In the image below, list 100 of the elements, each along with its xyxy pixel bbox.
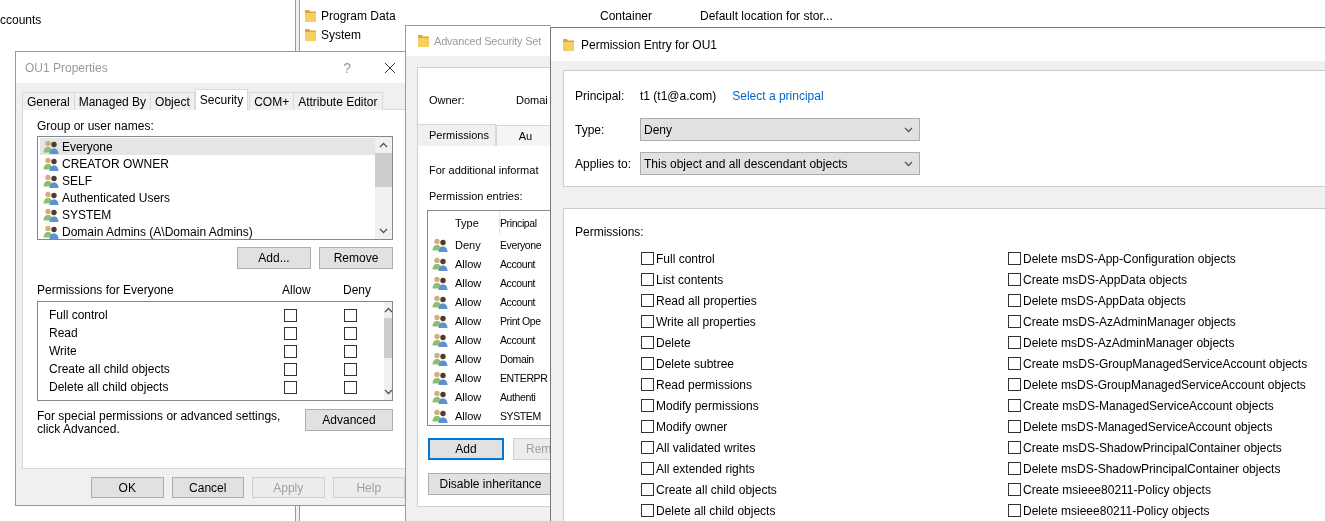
tab[interactable]: Permissions [418,124,496,146]
tree-item[interactable]: ccounts [0,13,42,27]
checkbox-label: Delete subtree [656,356,735,371]
list-item[interactable]: CREATOR OWNER [40,155,375,172]
tab[interactable]: Security [194,89,249,110]
list-item[interactable]: Everyone [40,138,375,155]
checkbox-label: Full control [656,251,715,266]
permission-name: Create all child objects [49,362,171,376]
checkbox[interactable] [344,362,357,376]
users-icon [432,313,448,328]
checkbox[interactable] [641,336,654,349]
checkbox-label: All extended rights [656,461,755,476]
list-row[interactable]: Allow Print Ope [428,311,551,330]
checkbox[interactable] [641,504,654,517]
checkbox[interactable] [1008,378,1021,391]
checkbox[interactable] [1008,273,1021,286]
checkbox[interactable] [641,399,654,412]
entry-principal: Account [500,333,537,346]
list-row[interactable]: Allow Account [428,330,551,349]
list-row[interactable]: Deny Everyone [428,235,551,254]
checkbox[interactable] [344,326,357,340]
entry-principal: ENTERPR [500,371,549,384]
list-row[interactable]: Allow Domain [428,349,551,368]
field-label: Principal: [575,88,626,105]
tab[interactable]: Au [495,125,551,146]
button[interactable]: Cancel [171,477,244,498]
dropdown[interactable]: This object and all descendant objects [640,152,920,175]
button[interactable]: Disable inheritance [428,473,551,495]
checkbox[interactable] [641,378,654,391]
scroll-down-icon[interactable] [379,228,388,234]
checkbox[interactable] [344,344,357,358]
scrollbar-thumb[interactable] [384,318,392,358]
tab[interactable]: Object [150,92,195,110]
list-row[interactable]: Allow Account [428,254,551,273]
scrollbar[interactable] [375,137,392,239]
list-row[interactable]: Allow Account [428,292,551,311]
checkbox[interactable] [1008,357,1021,370]
checkbox-label: Delete [656,335,691,350]
users-icon [432,237,448,252]
checkbox-label: Create msDS-ManagedServiceAccount objects [1023,398,1274,413]
list-row[interactable]: Allow ENTERPR [428,368,551,387]
tab[interactable]: General [22,92,75,110]
button[interactable]: Advanced [305,409,393,431]
help-text: For special permissions or advanced settings, click Advanced. [37,410,282,436]
entry-type: Allow [455,276,483,289]
checkbox[interactable] [1008,504,1021,517]
checkbox[interactable] [344,380,357,394]
checkbox[interactable] [1008,252,1021,265]
checkbox[interactable] [641,294,654,307]
entry-principal: Account [500,276,537,289]
scroll-up-icon[interactable] [379,142,388,148]
tab[interactable]: COM+ [249,92,295,110]
list-row[interactable]: Allow Account [428,273,551,292]
checkbox-label: List contents [656,272,724,287]
button[interactable]: Add... [237,247,311,269]
checkbox[interactable] [1008,336,1021,349]
owner-value: Domai [516,93,548,107]
checkbox[interactable] [641,441,654,454]
checkbox[interactable] [284,308,297,322]
list-row[interactable]: Allow Authenti [428,387,551,406]
scroll-down-icon[interactable] [384,389,392,395]
scrollbar[interactable] [384,302,392,400]
button[interactable]: Remove [319,247,393,269]
checkbox[interactable] [1008,483,1021,496]
list-item[interactable]: Authenticated Users [40,189,375,206]
tab[interactable]: Attribute Editor [293,92,383,110]
checkbox[interactable] [284,380,297,394]
checkbox[interactable] [1008,399,1021,412]
tab[interactable]: Managed By [73,92,152,110]
checkbox[interactable] [284,344,297,358]
list-item[interactable]: SELF [40,172,375,189]
checkbox[interactable] [641,315,654,328]
checkbox[interactable] [641,420,654,433]
item-type: Container [600,8,654,23]
link[interactable]: Select a principal [732,89,824,103]
column-header[interactable]: Type [455,211,500,235]
button[interactable]: OK [91,477,164,498]
checkbox[interactable] [1008,294,1021,307]
item-name[interactable]: Program Data [321,8,600,23]
checkbox[interactable] [284,362,297,376]
list-item[interactable]: Domain Admins (A\Domain Admins) [40,223,375,239]
checkbox[interactable] [1008,420,1021,433]
checkbox[interactable] [1008,441,1021,454]
list-item[interactable]: SYSTEM [40,206,375,223]
checkbox[interactable] [641,273,654,286]
checkbox[interactable] [641,252,654,265]
checkbox[interactable] [641,357,654,370]
dropdown[interactable]: Deny [640,118,920,141]
list-row[interactable]: Allow SYSTEM [428,406,551,425]
checkbox[interactable] [344,308,357,322]
checkbox[interactable] [284,326,297,340]
checkbox[interactable] [1008,462,1021,475]
permission-name: Delete all child objects [49,380,170,394]
scrollbar-thumb[interactable] [375,153,392,187]
checkbox-label: Modify owner [656,419,728,434]
checkbox[interactable] [641,462,654,475]
checkbox[interactable] [641,483,654,496]
checkbox[interactable] [1008,315,1021,328]
button[interactable]: Add [428,438,504,460]
scroll-up-icon[interactable] [384,307,392,313]
